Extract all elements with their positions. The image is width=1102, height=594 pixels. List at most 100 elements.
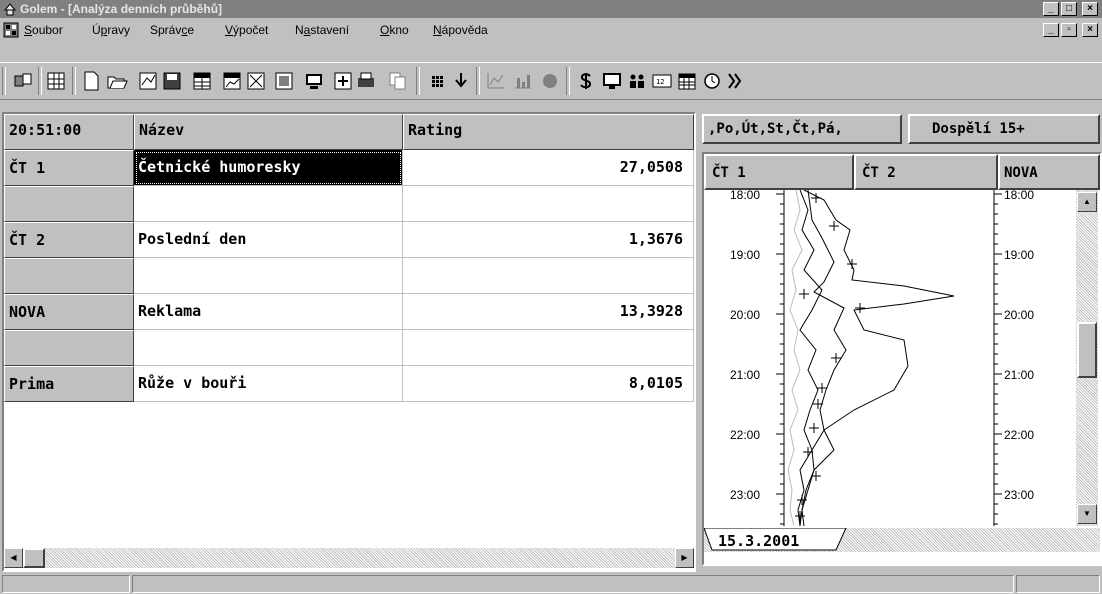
scroll-down-arrow[interactable]: ▼: [1077, 504, 1097, 524]
chart-view-icon[interactable]: [221, 70, 243, 92]
menu-upravy[interactable]: Úpravy: [92, 23, 130, 37]
row-header-channel[interactable]: ČT 2: [4, 222, 134, 258]
mdi-restore-button[interactable]: ▫: [1061, 23, 1077, 37]
toolbar: 12: [0, 62, 1102, 100]
row-header-channel[interactable]: [4, 186, 134, 222]
menu-vypocet[interactable]: Výpočet: [225, 23, 268, 37]
title-bar: Golem - [Analýza denních průběhů] _ □ ×: [0, 0, 1102, 18]
right-time-label: 19:00: [1004, 248, 1034, 262]
calculate-icon[interactable]: [332, 70, 354, 92]
screen-icon[interactable]: [601, 70, 623, 92]
rating-cell[interactable]: 27,0508: [403, 150, 694, 186]
scroll-up-arrow[interactable]: ▲: [1077, 192, 1097, 212]
copy-disabled-icon[interactable]: [387, 70, 409, 92]
days-filter-button[interactable]: ,Po,Út,St,Čt,Pá,: [702, 114, 902, 144]
menu-okno[interactable]: Okno: [380, 23, 409, 37]
compare-icon[interactable]: [245, 70, 267, 92]
open-folder-icon[interactable]: [106, 70, 128, 92]
export-icon[interactable]: [273, 70, 295, 92]
mdi-minimize-button[interactable]: _: [1043, 23, 1059, 37]
horizontal-scroll-thumb[interactable]: [23, 548, 45, 568]
toolbar-separator: [476, 67, 480, 95]
scroll-left-arrow[interactable]: ◀: [4, 548, 23, 568]
scroll-right-arrow[interactable]: ▶: [675, 548, 694, 568]
dollar-icon[interactable]: [575, 70, 597, 92]
toolbar-separator: [72, 67, 76, 95]
rating-cell[interactable]: [403, 258, 694, 294]
rating-cell[interactable]: [403, 330, 694, 366]
people-icon[interactable]: [626, 70, 648, 92]
vertical-scroll-thumb[interactable]: [1077, 322, 1097, 378]
row-header-channel[interactable]: [4, 330, 134, 366]
maximize-button[interactable]: □: [1061, 2, 1077, 16]
menu-napoveda[interactable]: Nápověda: [433, 23, 488, 37]
clock-icon[interactable]: [701, 70, 723, 92]
column-header-nazev[interactable]: Název: [134, 114, 403, 150]
row-header-channel[interactable]: [4, 258, 134, 294]
bar-chart-disabled-icon[interactable]: [512, 70, 534, 92]
close-button[interactable]: ×: [1082, 2, 1098, 16]
table-view-icon[interactable]: [191, 70, 213, 92]
new-file-icon[interactable]: [80, 70, 102, 92]
left-time-label: 21:00: [730, 368, 760, 382]
program-name-cell[interactable]: [134, 330, 403, 366]
rating-curves-chart: 18:00 18:00 19:00 19:00 20:00 20:00 21:00 21:00…: [730, 190, 1034, 526]
toolbar-grip: [2, 67, 6, 95]
exit-icon[interactable]: [723, 70, 745, 92]
calendar-icon[interactable]: [676, 70, 698, 92]
menu-spravce[interactable]: Správce: [150, 23, 194, 37]
program-name-cell[interactable]: [134, 186, 403, 222]
horizontal-scrollbar[interactable]: [4, 548, 694, 568]
rating-cell[interactable]: [403, 186, 694, 222]
menu-nastaveni[interactable]: Nastavení: [295, 23, 349, 37]
grid-icon[interactable]: [426, 70, 448, 92]
left-time-label: 22:00: [730, 428, 760, 442]
data-point-marker: [829, 221, 839, 231]
monitor-icon[interactable]: [303, 70, 325, 92]
toolbar-separator: [566, 67, 570, 95]
save-disk-icon[interactable]: [161, 70, 183, 92]
program-name-cell[interactable]: Poslední den: [134, 222, 403, 258]
channel-header-ct2[interactable]: ČT 2: [854, 154, 998, 190]
data-point-marker: [855, 303, 865, 313]
toolbar-separator: [38, 67, 42, 95]
status-panel-3: [1016, 575, 1100, 593]
print-icon[interactable]: [355, 70, 377, 92]
settings-grid-icon[interactable]: [45, 70, 67, 92]
filter-arrow-icon[interactable]: [450, 70, 472, 92]
line-chart-disabled-icon[interactable]: [485, 70, 507, 92]
program-name-cell[interactable]: Reklama: [134, 294, 403, 330]
pie-chart-disabled-icon[interactable]: [539, 70, 561, 92]
number-box-icon[interactable]: 12: [651, 70, 673, 92]
data-point-marker: [799, 289, 809, 299]
program-name-cell[interactable]: Růže v bouři: [134, 366, 403, 402]
audience-button[interactable]: Dospělí 15+: [908, 114, 1100, 144]
svg-text:12: 12: [656, 78, 664, 86]
column-header-rating[interactable]: Rating: [403, 114, 694, 150]
left-time-label: 18:00: [730, 190, 760, 202]
left-time-label: 19:00: [730, 248, 760, 262]
toolbar-separator: [416, 67, 420, 95]
window-switch-icon[interactable]: [12, 70, 34, 92]
program-name-cell[interactable]: Četnické humoresky: [134, 150, 403, 186]
menu-soubor[interactable]: Soubor: [24, 23, 63, 37]
right-time-label: 23:00: [1004, 488, 1034, 502]
right-time-label: 21:00: [1004, 368, 1034, 382]
minimize-button[interactable]: _: [1043, 2, 1059, 16]
data-point-marker: [813, 399, 823, 409]
mdi-close-button[interactable]: ×: [1082, 23, 1098, 37]
window-title: Golem - [Analýza denních průběhů]: [20, 2, 223, 16]
program-name-cell[interactable]: [134, 258, 403, 294]
rating-cell[interactable]: 1,3676: [403, 222, 694, 258]
report-icon[interactable]: [137, 70, 159, 92]
rating-cell[interactable]: 13,3928: [403, 294, 694, 330]
channel-header-ct1[interactable]: ČT 1: [704, 154, 854, 190]
status-panel-1: [2, 575, 130, 593]
rating-cell[interactable]: 8,0105: [403, 366, 694, 402]
row-header-channel[interactable]: Prima: [4, 366, 134, 402]
date-tab[interactable]: 15.3.2001: [718, 532, 799, 550]
row-header-channel[interactable]: NOVA: [4, 294, 134, 330]
right-time-label: 22:00: [1004, 428, 1034, 442]
row-header-channel[interactable]: ČT 1: [4, 150, 134, 186]
channel-header-nova[interactable]: NOVA: [998, 154, 1100, 190]
